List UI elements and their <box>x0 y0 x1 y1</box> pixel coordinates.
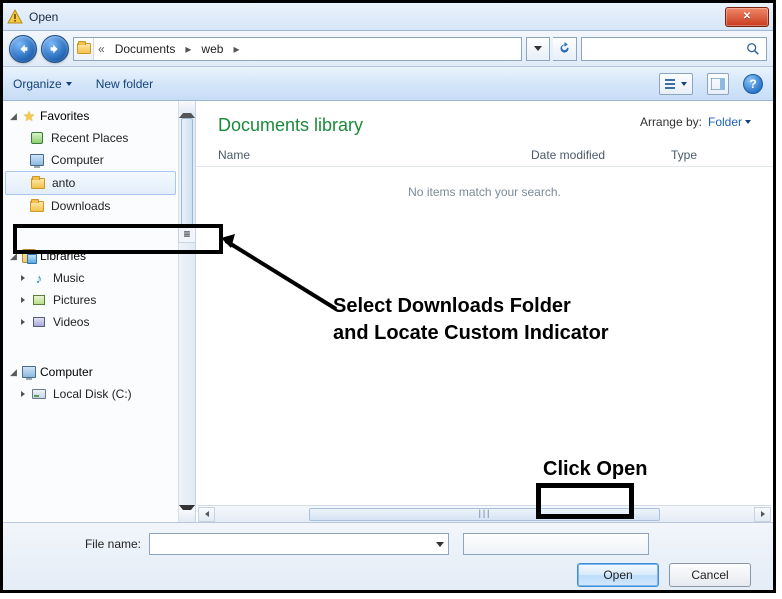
filename-label: File name: <box>21 537 141 551</box>
window-title: Open <box>29 10 719 24</box>
sidebar-item-local-disk-c[interactable]: Local Disk (C:) <box>3 383 178 405</box>
refresh-button[interactable] <box>553 37 577 61</box>
star-icon: ★ <box>21 108 37 124</box>
column-headers[interactable]: Name Date modified Type <box>196 140 773 167</box>
empty-message: No items match your search. <box>196 167 773 217</box>
sidebar-item-computer-fav[interactable]: Computer <box>3 149 178 171</box>
organize-button[interactable]: Organize <box>13 77 72 91</box>
scroll-down-button[interactable] <box>179 505 195 522</box>
column-type[interactable]: Type <box>671 148 751 162</box>
chevron-down-icon <box>66 82 72 86</box>
scroll-thumb[interactable] <box>181 118 193 236</box>
open-button[interactable]: Open <box>577 563 659 587</box>
title-bar: Open ✕ <box>3 3 773 31</box>
library-title: Documents library <box>218 115 363 136</box>
nav-bar: « Documents ▸ web ▸ <box>3 31 773 67</box>
chevron-down-icon[interactable] <box>436 542 444 547</box>
expand-icon <box>21 319 25 325</box>
column-name[interactable]: Name <box>218 148 531 162</box>
chevron-down-icon <box>745 120 751 124</box>
search-icon <box>746 42 760 56</box>
scroll-left-button[interactable] <box>198 507 215 522</box>
computer-icon <box>30 154 44 166</box>
breadcrumb[interactable]: « Documents ▸ web ▸ <box>73 37 522 61</box>
help-button[interactable]: ? <box>743 74 763 94</box>
search-input[interactable] <box>581 37 767 61</box>
filetype-filter[interactable] <box>463 533 649 555</box>
column-date-modified[interactable]: Date modified <box>531 148 671 162</box>
computer-icon <box>22 366 36 378</box>
tree-item-label: Computer <box>51 153 104 167</box>
view-icon <box>665 78 679 90</box>
breadcrumb-overflow[interactable]: « <box>94 42 109 56</box>
recent-icon <box>31 132 43 144</box>
expand-icon <box>21 297 25 303</box>
preview-icon <box>711 78 725 90</box>
breadcrumb-dropdown[interactable] <box>526 37 550 61</box>
annotation-highlight-open <box>536 483 634 519</box>
close-button[interactable]: ✕ <box>725 7 769 27</box>
tree-item-label: Videos <box>53 315 89 329</box>
cancel-button[interactable]: Cancel <box>669 563 751 587</box>
new-folder-button[interactable]: New folder <box>96 77 153 91</box>
sidebar: ◢ ★ Favorites Recent Places Computer ant… <box>3 101 179 522</box>
chevron-down-icon <box>681 82 687 86</box>
help-icon: ? <box>749 77 756 91</box>
sidebar-item-downloads[interactable]: Downloads <box>3 195 178 217</box>
expand-icon <box>21 391 25 397</box>
annotation-text-select: Select Downloads Folder and Locate Custo… <box>333 293 609 347</box>
app-icon <box>7 9 23 25</box>
arrange-by-dropdown[interactable]: Folder <box>708 115 751 129</box>
tree-item-label: Local Disk (C:) <box>53 387 132 401</box>
filename-input[interactable] <box>149 533 449 555</box>
sidebar-scrollbar[interactable]: ≡ <box>179 101 196 522</box>
collapse-icon: ◢ <box>9 112 18 121</box>
collapse-icon: ◢ <box>9 368 18 377</box>
annotation-highlight-downloads <box>13 224 223 254</box>
music-icon: ♪ <box>31 270 47 286</box>
breadcrumb-item[interactable]: web <box>195 38 229 60</box>
tree-group-label: Favorites <box>40 109 89 123</box>
forward-button[interactable] <box>41 35 69 63</box>
toolbar: Organize New folder ? <box>3 67 773 101</box>
sidebar-item-recent-places[interactable]: Recent Places <box>3 127 178 149</box>
sidebar-item-anto[interactable]: anto <box>5 171 176 195</box>
tree-item-label: Pictures <box>53 293 96 307</box>
tree-group-favorites[interactable]: ◢ ★ Favorites <box>3 105 178 127</box>
pictures-icon <box>33 295 45 305</box>
arrange-label: Arrange by: <box>640 115 702 129</box>
content-h-scrollbar[interactable]: III <box>198 505 771 522</box>
footer: File name: Open Cancel <box>3 522 773 590</box>
breadcrumb-item[interactable]: Documents <box>109 38 182 60</box>
view-button[interactable] <box>659 73 693 95</box>
refresh-icon <box>558 42 571 55</box>
arrange-by: Arrange by: Folder <box>640 115 751 129</box>
annotation-text-click-open: Click Open <box>543 458 647 481</box>
folder-icon <box>31 178 45 189</box>
tree-item-label: Recent Places <box>51 131 128 145</box>
annotation-arrow <box>221 234 351 324</box>
expand-icon <box>21 275 25 281</box>
folder-icon <box>30 201 44 212</box>
sidebar-item-videos[interactable]: Videos <box>3 311 178 333</box>
disk-icon <box>32 389 46 399</box>
preview-pane-button[interactable] <box>707 73 729 95</box>
tree-group-label: Computer <box>40 365 93 379</box>
sidebar-item-pictures[interactable]: Pictures <box>3 289 178 311</box>
folder-icon <box>74 38 94 60</box>
back-button[interactable] <box>9 35 37 63</box>
tree-item-label: Downloads <box>51 199 110 213</box>
tree-item-label: Music <box>53 271 84 285</box>
chevron-right-icon[interactable]: ▸ <box>229 42 243 56</box>
videos-icon <box>33 317 45 327</box>
scroll-up-button[interactable] <box>179 101 195 118</box>
scroll-right-button[interactable] <box>754 507 771 522</box>
close-icon: ✕ <box>743 11 751 22</box>
tree-item-label: anto <box>52 176 75 190</box>
tree-group-computer[interactable]: ◢ Computer <box>3 361 178 383</box>
sidebar-item-music[interactable]: ♪ Music <box>3 267 178 289</box>
chevron-right-icon[interactable]: ▸ <box>181 42 195 56</box>
